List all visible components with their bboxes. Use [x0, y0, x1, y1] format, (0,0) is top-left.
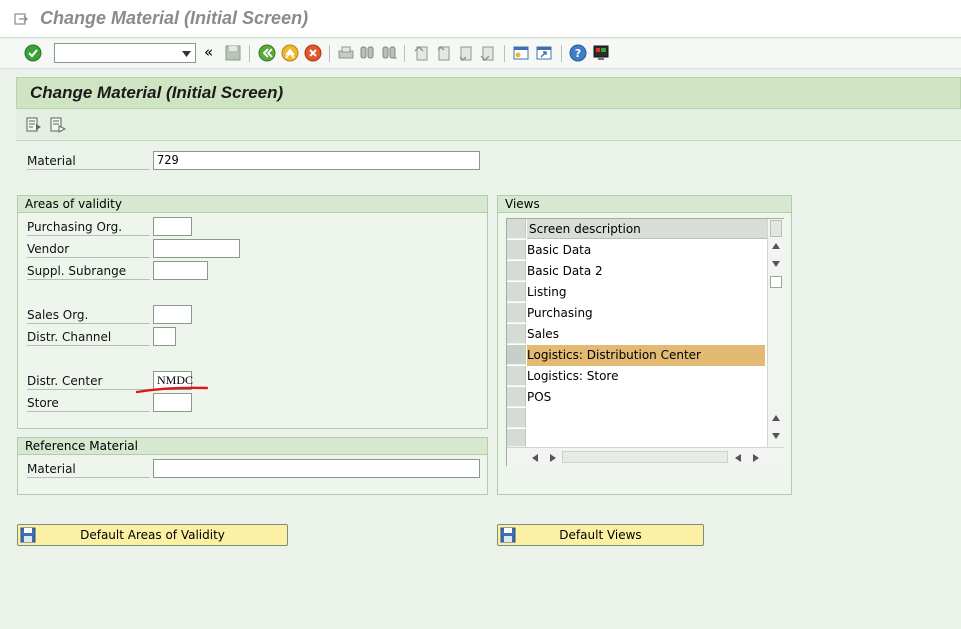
list-item[interactable]: Logistics: Store [527, 366, 765, 387]
title-bar: Change Material (Initial Screen) [0, 0, 961, 38]
row-selector[interactable] [507, 303, 526, 323]
print-icon[interactable] [337, 44, 355, 62]
command-field[interactable] [54, 43, 196, 63]
default-views-button[interactable]: Default Views [497, 524, 704, 546]
system-toolbar: « ? [0, 39, 961, 69]
help-icon[interactable]: ? [569, 44, 587, 62]
scroll-down-icon[interactable] [772, 433, 780, 439]
scroll-left-icon[interactable] [532, 454, 538, 462]
default-areas-button[interactable]: Default Areas of Validity [17, 524, 288, 546]
horizontal-scroll-track[interactable] [562, 451, 728, 463]
prev-page-icon[interactable] [435, 44, 453, 62]
sales-org-input[interactable] [153, 305, 192, 324]
svg-text:?: ? [575, 47, 581, 60]
row-selector[interactable] [507, 345, 526, 365]
save-icon [500, 527, 516, 543]
first-page-icon[interactable] [413, 44, 431, 62]
list-item-selected[interactable]: Logistics: Distribution Center [527, 345, 765, 366]
suppl-subrange-input[interactable] [153, 261, 208, 280]
exit-icon[interactable] [281, 44, 299, 62]
find-next-icon[interactable] [380, 44, 398, 62]
default-views-label: Default Views [559, 528, 642, 542]
row-selector[interactable] [507, 429, 526, 447]
list-item[interactable]: Listing [527, 282, 765, 303]
select-views-icon[interactable] [26, 117, 42, 133]
views-header: Views [498, 196, 791, 213]
sales-org-label: Sales Org. [27, 307, 150, 324]
suppl-subrange-label: Suppl. Subrange [27, 263, 150, 280]
row-selector[interactable] [507, 387, 526, 407]
reference-material-label: Material [27, 461, 150, 478]
list-item[interactable]: Sales [527, 324, 765, 345]
check-icon[interactable] [24, 44, 42, 62]
scroll-thumb[interactable] [770, 276, 782, 288]
back-icon[interactable]: « [204, 43, 213, 61]
list-item[interactable]: POS [527, 387, 765, 408]
default-areas-label: Default Areas of Validity [80, 528, 225, 542]
table-settings-icon[interactable] [770, 220, 782, 237]
distr-channel-input[interactable] [153, 327, 176, 346]
list-item[interactable]: Purchasing [527, 303, 765, 324]
save-icon[interactable] [224, 44, 242, 62]
list-item[interactable]: Basic Data [527, 240, 765, 261]
list-item[interactable]: Basic Data 2 [527, 261, 765, 282]
row-selector[interactable] [507, 324, 526, 344]
material-input[interactable]: 729 [153, 151, 480, 170]
column-header-screen-description[interactable]: Screen description [527, 219, 767, 239]
scroll-left-icon[interactable] [735, 454, 741, 462]
purchasing-org-label: Purchasing Org. [27, 219, 150, 236]
row-selector[interactable] [507, 240, 526, 260]
purchasing-org-input[interactable] [153, 217, 192, 236]
last-page-icon[interactable] [479, 44, 497, 62]
distr-channel-label: Distr. Channel [27, 329, 150, 346]
row-selector[interactable] [507, 408, 526, 428]
select-all-cell[interactable] [507, 219, 526, 239]
row-selector[interactable] [507, 282, 526, 302]
scroll-right-icon[interactable] [550, 454, 556, 462]
green-back-icon[interactable] [258, 44, 276, 62]
next-page-icon[interactable] [457, 44, 475, 62]
find-icon[interactable] [358, 44, 376, 62]
chevron-down-icon[interactable] [182, 51, 191, 57]
org-levels-icon[interactable] [50, 117, 66, 133]
vertical-scrollbar[interactable] [767, 219, 784, 447]
save-icon [20, 527, 36, 543]
scroll-right-icon[interactable] [753, 454, 759, 462]
screen-title-bar: Change Material (Initial Screen) [16, 77, 961, 109]
menu-icon[interactable] [14, 12, 28, 26]
vendor-label: Vendor [27, 241, 150, 258]
reference-material-input[interactable] [153, 459, 480, 478]
page-title: Change Material (Initial Screen) [30, 83, 284, 102]
horizontal-scrollbar[interactable] [507, 447, 784, 466]
window-title: Change Material (Initial Screen) [40, 8, 309, 28]
row-selector[interactable] [507, 261, 526, 281]
application-toolbar [16, 109, 961, 141]
new-session-icon[interactable] [512, 44, 530, 62]
shortcut-icon[interactable] [535, 44, 553, 62]
areas-of-validity-header: Areas of validity [18, 196, 487, 213]
reference-material-header: Reference Material [18, 438, 487, 455]
scroll-down-icon[interactable] [772, 261, 780, 267]
views-table: Screen description Basic Data Basic Data… [506, 218, 784, 466]
scroll-up-icon[interactable] [772, 415, 780, 421]
store-input[interactable] [153, 393, 192, 412]
material-label: Material [27, 153, 150, 170]
store-label: Store [27, 395, 150, 412]
scroll-up-icon[interactable] [772, 243, 780, 249]
cancel-icon[interactable] [304, 44, 322, 62]
vendor-input[interactable] [153, 239, 240, 258]
distr-center-label: Distr. Center [27, 373, 150, 390]
customize-icon[interactable] [592, 44, 610, 62]
row-selector[interactable] [507, 366, 526, 386]
